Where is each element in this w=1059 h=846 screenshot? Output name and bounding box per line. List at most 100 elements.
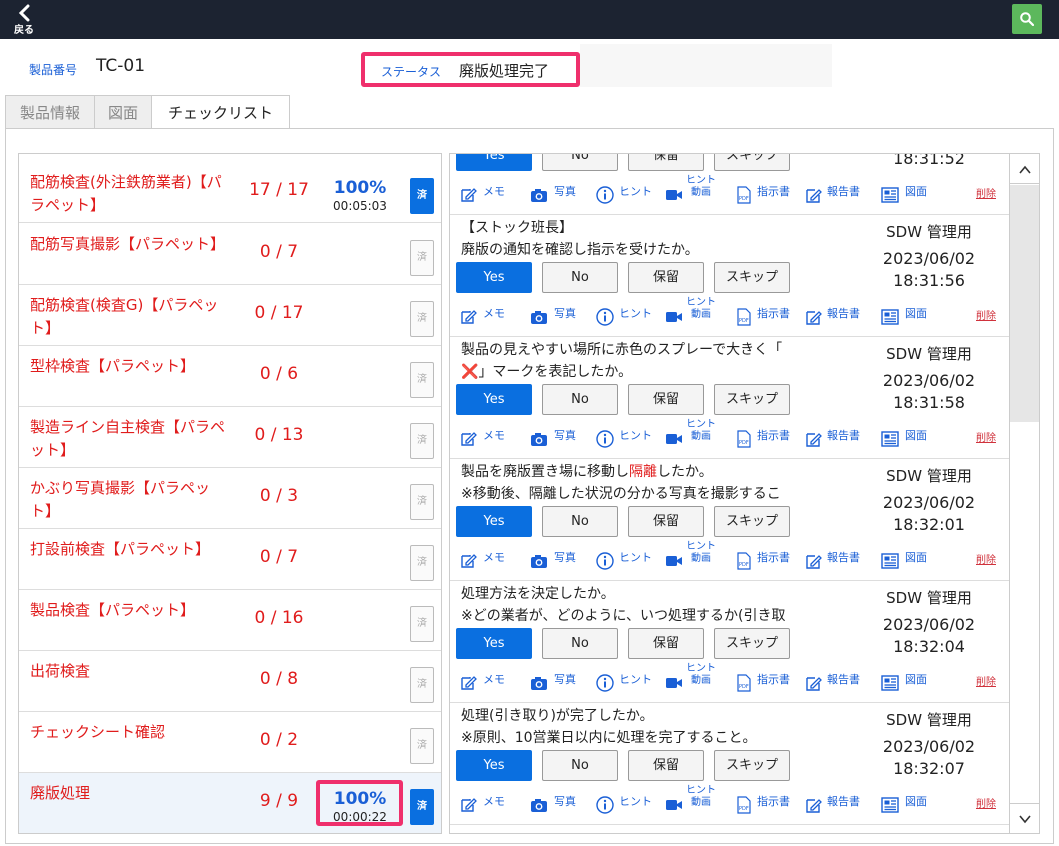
checklist-count: 0 / 8 <box>259 669 299 689</box>
tab-checklist[interactable]: チェックリスト <box>151 95 290 129</box>
checklist-row[interactable]: 打設前検査【パラペット】 0 / 7 済 <box>19 529 441 590</box>
hint-label: ヒント <box>619 429 652 442</box>
done-button[interactable]: 済 <box>410 606 434 642</box>
checklist-row[interactable]: 出荷検査 0 / 8 済 <box>19 651 441 712</box>
no-button[interactable]: No <box>542 154 618 171</box>
question-text: 製品の見えやすい場所に赤色のスプレーで大きく「 ❌」マークを表記したか。 <box>461 339 871 383</box>
checklist-row[interactable]: かぶり写真撮影【パラペット】 0 / 3 済 <box>19 468 441 529</box>
report-label: 報告書 <box>827 795 860 808</box>
delete-link[interactable]: 削除 <box>976 795 996 810</box>
done-button[interactable]: 済 <box>410 789 434 825</box>
hold-button[interactable]: 保留 <box>628 750 704 781</box>
hold-button[interactable]: 保留 <box>628 506 704 537</box>
yes-button[interactable]: Yes <box>456 262 532 293</box>
skip-button[interactable]: スキップ <box>714 262 790 293</box>
yes-button[interactable]: Yes <box>456 384 532 415</box>
question-text: 処理(引き取り)が完了したか。 ※原則、10営業日以内に処理を完了すること。 <box>461 705 871 749</box>
checklist-row[interactable]: 配筋写真撮影【パラペット】 0 / 7 済 <box>19 224 441 285</box>
no-button[interactable]: No <box>542 262 618 293</box>
delete-link[interactable]: 削除 <box>976 673 996 688</box>
question-tools: メモ 写真 ヒント ヒント 動画 PDF 指示書 報告書 図面 削除 <box>460 419 1000 451</box>
no-button[interactable]: No <box>542 628 618 659</box>
question-line-1: 処理(引き取り)が完了したか。 <box>461 708 654 724</box>
drawing-label: 図面 <box>905 429 927 442</box>
done-button[interactable]: 済 <box>410 301 434 337</box>
hint-video-label-1: ヒント <box>686 175 716 186</box>
photo-label: 写真 <box>554 307 576 320</box>
status-box: ステータス 廃版処理完了 <box>361 52 580 87</box>
checklist-name: 出荷検査 <box>30 662 91 680</box>
scroll-up-button[interactable] <box>1010 154 1039 184</box>
done-button[interactable]: 済 <box>410 178 434 214</box>
done-button[interactable]: 済 <box>410 362 434 398</box>
hint-video-label-1: ヒント <box>686 297 716 308</box>
hint-video-label-1: ヒント <box>686 419 716 430</box>
no-button[interactable]: No <box>542 384 618 415</box>
yes-button[interactable]: Yes <box>456 506 532 537</box>
skip-button[interactable]: スキップ <box>714 750 790 781</box>
hint-video-label: ヒント 動画 <box>686 419 716 443</box>
checklist-count: 0 / 16 <box>254 608 304 628</box>
hint-label: ヒント <box>619 795 652 808</box>
answered-time: 18:31:56 <box>893 271 965 290</box>
checklist-name: 配筋検査(検査G)【パラペット】 <box>30 296 219 337</box>
checklist-row[interactable]: 型枠検査【パラペット】 0 / 6 済 <box>19 346 441 407</box>
question-row: 処理方法を決定したか。 ※どの業者が、どのように、いつ処理するか(引き取 SDW 管… <box>450 581 1009 703</box>
skip-button[interactable]: スキップ <box>714 628 790 659</box>
delete-link[interactable]: 削除 <box>976 307 996 322</box>
checklist-row[interactable]: 配筋検査(検査G)【パラペット】 0 / 17 済 <box>19 285 441 346</box>
svg-text:PDF: PDF <box>739 562 749 568</box>
svg-text:PDF: PDF <box>739 684 749 690</box>
search-button[interactable] <box>1012 4 1042 34</box>
tab-product-info[interactable]: 製品情報 <box>5 95 95 129</box>
checklist-count: 17 / 17 <box>249 180 309 200</box>
tab-drawings[interactable]: 図面 <box>94 95 152 129</box>
checklist-count: 0 / 6 <box>259 364 299 384</box>
skip-button[interactable]: スキップ <box>714 154 790 171</box>
yes-button[interactable]: Yes <box>456 628 532 659</box>
checklist-row[interactable]: 製品検査【パラペット】 0 / 16 済 <box>19 590 441 651</box>
checklist-count: 0 / 7 <box>259 242 299 262</box>
question-text: 処理方法を決定したか。 ※どの業者が、どのように、いつ処理するか(引き取 <box>461 583 871 627</box>
hold-button[interactable]: 保留 <box>628 628 704 659</box>
done-button[interactable]: 済 <box>410 728 434 764</box>
delete-link[interactable]: 削除 <box>976 185 996 200</box>
hint-video-label: ヒント 動画 <box>686 175 716 199</box>
skip-button[interactable]: スキップ <box>714 506 790 537</box>
checklist-row[interactable]: チェックシート確認 0 / 2 済 <box>19 712 441 773</box>
delete-link[interactable]: 削除 <box>976 551 996 566</box>
back-button[interactable]: 戻る <box>6 2 42 38</box>
question-scrollbar[interactable] <box>1009 154 1039 833</box>
checklist-row[interactable]: 製造ライン自主検査【パラペット】 0 / 13 済 <box>19 407 441 468</box>
memo-label: メモ <box>483 795 505 808</box>
no-button[interactable]: No <box>542 750 618 781</box>
hold-button[interactable]: 保留 <box>628 384 704 415</box>
hint-label: ヒント <box>619 673 652 686</box>
hold-button[interactable]: 保留 <box>628 262 704 293</box>
done-button[interactable]: 済 <box>410 667 434 703</box>
delete-link[interactable]: 削除 <box>976 429 996 444</box>
checklist-count: 0 / 7 <box>259 547 299 567</box>
question-tools: メモ 写真 ヒント ヒント 動画 PDF 指示書 報告書 図面 削除 <box>460 175 1000 207</box>
scroll-thumb[interactable] <box>1010 185 1039 422</box>
question-line-2: ※どの業者が、どのように、いつ処理するか(引き取 <box>461 608 786 624</box>
checklist-row[interactable]: 配筋検査(外注鉄筋業者)【パラペット】 17 / 17 100% 00:05:03 済 <box>19 162 441 223</box>
answered-date: 2023/06/02 <box>882 615 976 634</box>
hold-button[interactable]: 保留 <box>628 154 704 171</box>
chevron-up-icon <box>1018 165 1031 174</box>
product-number-label: 製品番号 <box>29 63 78 77</box>
question-text: 製品を廃版置き場に移動し隔離したか。 ※移動後、隔離した状況の分かる写真を撮影する… <box>461 461 871 505</box>
skip-button[interactable]: スキップ <box>714 384 790 415</box>
scroll-down-button[interactable] <box>1010 803 1039 833</box>
done-button[interactable]: 済 <box>410 240 434 276</box>
done-button[interactable]: 済 <box>410 545 434 581</box>
hint-video-label: ヒント 動画 <box>686 663 716 687</box>
question-line-1: 処理方法を決定したか。 <box>461 586 615 602</box>
yes-button[interactable]: Yes <box>456 750 532 781</box>
yes-button[interactable]: Yes <box>456 154 532 171</box>
no-button[interactable]: No <box>542 506 618 537</box>
report-label: 報告書 <box>827 307 860 320</box>
done-button[interactable]: 済 <box>410 484 434 520</box>
answered-date: 2023/06/02 <box>882 493 976 512</box>
done-button[interactable]: 済 <box>410 423 434 459</box>
